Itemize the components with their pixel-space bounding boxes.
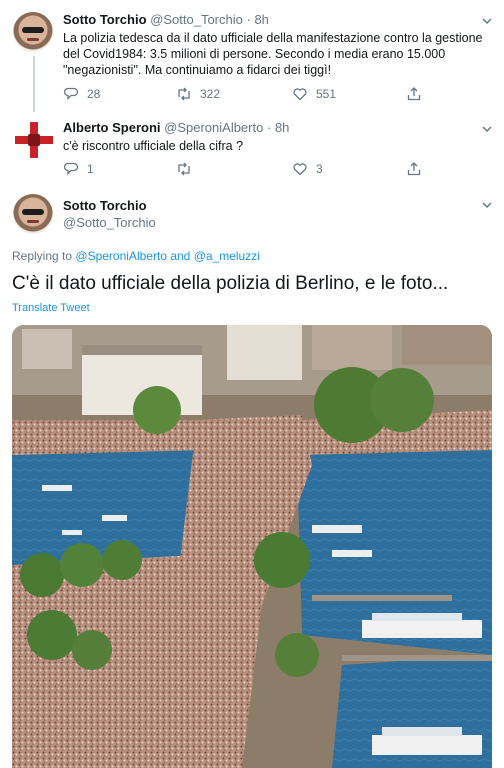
avatar-mouth [27,38,39,41]
retweet-button[interactable]: 322 [176,86,220,102]
replying-prefix: Replying to [12,249,73,263]
reply-count: 28 [87,87,101,101]
display-name[interactable]: Alberto Speroni [63,120,161,135]
like-button[interactable]: 551 [292,86,336,102]
heart-icon [293,163,307,176]
tweet-text: La polizia tedesca da il dato ufficiale … [63,31,483,77]
display-name[interactable]: Sotto Torchio [63,12,147,27]
handle-row: @Sotto_Torchio [63,215,156,230]
timestamp[interactable]: 8h [254,12,268,27]
replying-to: Replying to @SperoniAlberto and @a_meluz… [12,249,260,263]
separator: · [266,120,272,135]
avatar[interactable] [13,194,53,234]
handle[interactable]: @Sotto_Torchio [63,215,156,230]
tweet-header: Alberto Speroni @SperoniAlberto · 8h [63,120,289,135]
retweet-icon [178,162,190,176]
reply-button[interactable]: 1 [63,161,94,177]
like-button[interactable]: 3 [292,161,323,177]
tweet-actions: 28 322 551 [63,86,483,104]
thread-line [33,56,35,112]
reply-count: 1 [87,162,94,176]
cross-center [28,134,40,146]
share-icon [407,87,421,101]
retweet-button[interactable] [176,161,200,177]
reply-icon [63,162,79,176]
avatar-mouth [27,220,39,223]
tweet-actions: 1 3 [63,161,483,179]
handle[interactable]: @SperoniAlberto [164,120,263,135]
display-name[interactable]: Sotto Torchio [63,198,147,213]
display-name-row: Sotto Torchio [63,198,147,213]
like-count: 3 [316,162,323,176]
like-count: 551 [316,87,337,101]
retweet-icon [178,87,190,101]
avatar-glasses [22,27,44,33]
replying-user-link[interactable]: @a_meluzzi [194,249,260,263]
heart-icon [293,88,307,101]
chevron-down-icon[interactable] [480,122,494,136]
share-icon [407,162,421,176]
share-button[interactable] [406,86,422,102]
tweet-header: Sotto Torchio @Sotto_Torchio · 8h [63,12,269,27]
reply-icon [63,87,79,101]
replying-and: and [170,249,191,263]
retweet-count: 322 [200,87,221,101]
handle[interactable]: @Sotto_Torchio [150,12,243,27]
timestamp[interactable]: 8h [275,120,289,135]
translate-tweet-link[interactable]: Translate Tweet [12,302,90,314]
chevron-down-icon[interactable] [480,14,494,28]
tweet-1[interactable]: Sotto Torchio @Sotto_Torchio · 8h La pol… [0,0,504,112]
share-button[interactable] [406,161,422,177]
avatar[interactable] [13,120,53,160]
tweet-text: C'è il dato ufficiale della polizia di B… [12,273,449,294]
avatar[interactable] [13,12,53,52]
avatar-glasses [22,209,44,215]
replying-user-link[interactable]: @SperoniAlberto [75,249,167,263]
tweet-text: c'è riscontro ufficiale della cifra ? [63,139,244,153]
tweet-2[interactable]: Alberto Speroni @SperoniAlberto · 8h c'è… [0,108,504,186]
reply-button[interactable]: 28 [63,86,100,102]
tweet-photo[interactable] [12,325,492,768]
separator: · [246,12,251,27]
chevron-down-icon[interactable] [480,198,494,212]
aerial-crowd-photo [12,325,492,768]
